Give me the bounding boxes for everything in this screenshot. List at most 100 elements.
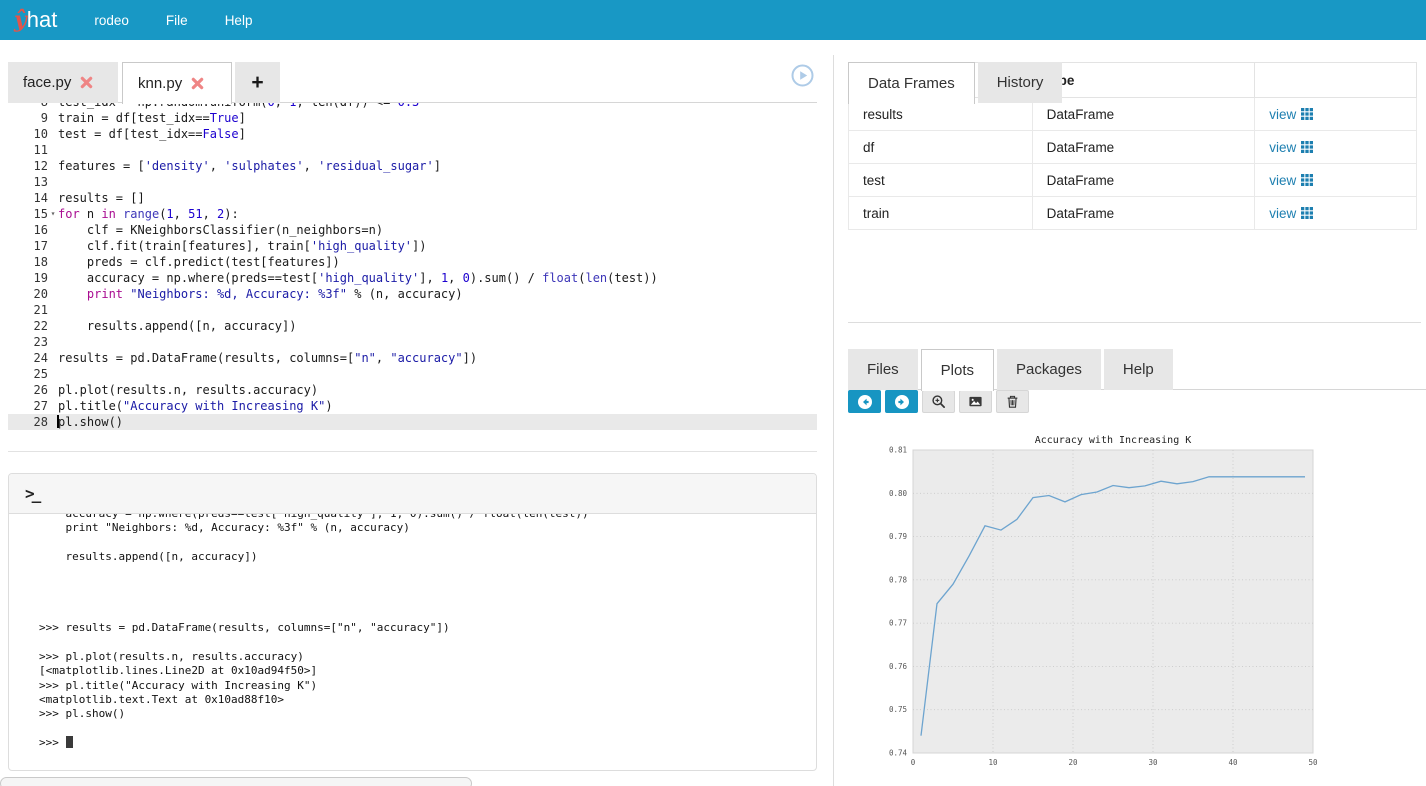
fold-marker [48,398,58,414]
fold-marker [48,270,58,286]
tab-data-frames[interactable]: Data Frames [848,62,975,104]
code-line[interactable]: 8test_idx = np.random.uniform(0, 1, len(… [8,103,817,110]
code-line[interactable]: 10test = df[test_idx==False] [8,126,817,142]
code-text: pl.plot(results.n, results.accuracy) [58,382,318,398]
code-lines: 8test_idx = np.random.uniform(0, 1, len(… [8,103,817,430]
svg-text:0.78: 0.78 [889,575,908,584]
code-line[interactable]: 28pl.show() [8,414,817,430]
play-circle-icon [791,64,814,87]
variable-cell: test [849,164,1033,197]
code-line[interactable]: 27pl.title("Accuracy with Increasing K") [8,398,817,414]
menu-file[interactable]: File [166,13,188,28]
close-tab-icon[interactable] [191,77,204,90]
line-number: 23 [8,334,48,350]
code-line[interactable]: 23 [8,334,817,350]
tab-history[interactable]: History [978,62,1063,103]
code-line[interactable]: 13 [8,174,817,190]
fold-marker [48,318,58,334]
line-number: 28 [8,414,48,430]
code-editor[interactable]: 8test_idx = np.random.uniform(0, 1, len(… [8,103,817,452]
previous-plot-button[interactable] [848,390,881,413]
tab-face-py[interactable]: face.py [8,62,118,103]
svg-text:50: 50 [1308,758,1318,767]
console-output[interactable]: accuracy = np.where(preds==test['high_qu… [9,514,816,770]
code-text: for n in range(1, 51, 2): [58,206,239,222]
menu-help[interactable]: Help [225,13,253,28]
table-grid-icon [1301,141,1313,153]
tab-plots[interactable]: Plots [921,349,994,391]
table-row: test DataFrame view [849,164,1417,197]
tab-label: Packages [1016,361,1082,378]
zoom-plot-button[interactable] [922,390,955,413]
view-cell: view [1255,197,1417,230]
code-line[interactable]: 17 clf.fit(train[features], train['high_… [8,238,817,254]
console-line: print "Neighbors: %d, Accuracy: %3f" % (… [39,521,816,535]
new-tab-button[interactable]: + [235,62,280,103]
svg-text:0.76: 0.76 [889,662,908,671]
line-number: 18 [8,254,48,270]
fold-marker [48,302,58,318]
view-label: view [1269,107,1296,122]
svg-text:30: 30 [1148,758,1158,767]
code-line[interactable]: 12features = ['density', 'sulphates', 'r… [8,158,817,174]
code-line[interactable]: 15▾for n in range(1, 51, 2): [8,206,817,222]
code-line[interactable]: 18 preds = clf.predict(test[features]) [8,254,817,270]
fold-marker [48,366,58,382]
view-link[interactable]: view [1269,173,1313,188]
line-number: 20 [8,286,48,302]
code-line[interactable]: 19 accuracy = np.where(preds==test['high… [8,270,817,286]
code-text: results = pd.DataFrame(results, columns=… [58,350,477,366]
view-link[interactable]: view [1269,140,1313,155]
top-menu-bar: ŷhat rodeo File Help [0,0,1426,40]
console-line: >>> pl.title("Accuracy with Increasing K… [39,679,816,693]
tab-files[interactable]: Files [848,349,918,390]
console-line [39,578,816,592]
console-line: [<matplotlib.lines.Line2D at 0x10ad94f50… [39,664,816,678]
type-cell: DataFrame [1032,197,1255,230]
code-line[interactable]: 16 clf = KNeighborsClassifier(n_neighbor… [8,222,817,238]
code-line[interactable]: 11 [8,142,817,158]
fold-marker [48,103,58,110]
dataframes-tab-bar: Data Frames History [848,62,1417,103]
view-link[interactable]: view [1269,107,1313,122]
fold-marker [48,222,58,238]
close-tab-icon[interactable] [80,76,93,89]
console-line [39,564,816,578]
menu-rodeo[interactable]: rodeo [94,13,129,28]
svg-text:0.75: 0.75 [889,705,907,714]
code-line[interactable]: 26pl.plot(results.n, results.accuracy) [8,382,817,398]
console-lines: accuracy = np.where(preds==test['high_qu… [39,514,816,750]
code-text: preds = clf.predict(test[features]) [58,254,340,270]
tab-label: knn.py [138,75,182,92]
yhat-logo: ŷhat [14,7,57,33]
code-line[interactable]: 22 results.append([n, accuracy]) [8,318,817,334]
next-plot-button[interactable] [885,390,918,413]
tab-packages[interactable]: Packages [997,349,1101,390]
tab-knn-py[interactable]: knn.py [122,62,232,104]
code-text: clf.fit(train[features], train['high_qua… [58,238,426,254]
code-line[interactable]: 21 [8,302,817,318]
tab-help[interactable]: Help [1104,349,1173,390]
console-line [39,636,816,650]
run-script-button[interactable] [791,64,814,87]
delete-plot-button[interactable] [996,390,1029,413]
view-link[interactable]: view [1269,206,1313,221]
line-number: 9 [8,110,48,126]
tab-label: Data Frames [868,75,955,92]
export-plot-button[interactable] [959,390,992,413]
magnifier-plus-icon [931,394,946,409]
code-line[interactable]: 9train = df[test_idx==True] [8,110,817,126]
code-line[interactable]: 14results = [] [8,190,817,206]
svg-text:10: 10 [988,758,998,767]
code-line[interactable]: 20 print "Neighbors: %d, Accuracy: %3f" … [8,286,817,302]
horizontal-scrollbar[interactable] [0,777,472,786]
text-cursor [57,415,59,428]
code-line[interactable]: 25 [8,366,817,382]
svg-text:0.74: 0.74 [889,749,908,758]
fold-marker [48,110,58,126]
line-number: 27 [8,398,48,414]
code-text: print "Neighbors: %d, Accuracy: %3f" % (… [58,286,463,302]
table-row: train DataFrame view [849,197,1417,230]
code-line[interactable]: 24results = pd.DataFrame(results, column… [8,350,817,366]
console-line: results.append([n, accuracy]) [39,550,816,564]
